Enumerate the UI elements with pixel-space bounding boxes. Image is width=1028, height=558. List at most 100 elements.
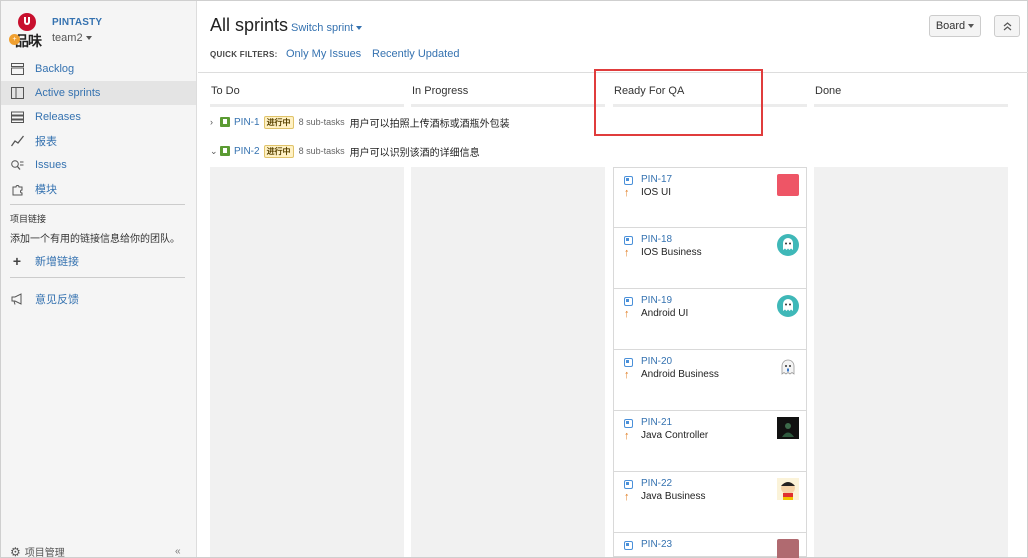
issue-card[interactable]: PIN-18 ↑ IOS Business bbox=[613, 228, 807, 289]
issue-card[interactable]: PIN-17 ↑ IOS UI bbox=[613, 167, 807, 228]
sidebar-item-issues[interactable]: Issues bbox=[1, 153, 196, 177]
avatar[interactable] bbox=[777, 417, 799, 439]
issue-summary: 用户可以拍照上传酒标或酒瓶外包装 bbox=[349, 118, 510, 130]
sidebar-item-label: Active sprints bbox=[35, 87, 101, 99]
issue-summary: Java Controller bbox=[641, 430, 709, 441]
chevron-down-icon bbox=[85, 36, 92, 41]
column-underline bbox=[411, 104, 605, 107]
add-link-button[interactable]: + 新增链接 bbox=[1, 249, 196, 273]
sidebar-item-label: Releases bbox=[35, 111, 81, 123]
project-logo[interactable]: 品味 + bbox=[9, 11, 45, 50]
project-name[interactable]: PINTASTY bbox=[52, 17, 102, 28]
avatar[interactable] bbox=[777, 174, 799, 196]
sidebar-item-label: Issues bbox=[35, 159, 67, 171]
team-selector[interactable]: team2 bbox=[52, 32, 92, 44]
issue-summary: Android UI bbox=[641, 308, 689, 319]
subtask-icon bbox=[624, 541, 633, 550]
story-icon bbox=[220, 117, 230, 127]
releases-icon bbox=[10, 110, 24, 124]
issue-key[interactable]: PIN-22 bbox=[641, 478, 672, 489]
megaphone-icon bbox=[10, 292, 24, 306]
project-settings-button[interactable]: ⚙ 项目管理 bbox=[10, 544, 65, 558]
sidebar-item-active-sprints[interactable]: Active sprints bbox=[1, 81, 196, 105]
priority-up-icon: ↑ bbox=[624, 187, 630, 199]
plus-icon: + bbox=[12, 253, 22, 269]
sidebar-item-components[interactable]: 模块 bbox=[1, 177, 196, 201]
issue-key[interactable]: PIN-23 bbox=[641, 539, 672, 550]
team-label: team2 bbox=[52, 32, 83, 44]
subtask-icon bbox=[624, 297, 633, 306]
switch-sprint-button[interactable]: Switch sprint bbox=[291, 22, 363, 34]
gear-icon: ⚙ bbox=[10, 544, 21, 558]
quick-filter-only-my-issues[interactable]: Only My Issues bbox=[286, 48, 361, 60]
subtask-count: 8 sub-tasks bbox=[298, 117, 345, 127]
status-badge: 进行中 bbox=[263, 115, 294, 129]
highlight-annotation bbox=[594, 69, 763, 136]
sidebar-item-releases[interactable]: Releases bbox=[1, 105, 196, 129]
column-underline bbox=[814, 104, 1008, 107]
issue-card[interactable]: PIN-21 ↑ Java Controller bbox=[613, 411, 807, 472]
switch-sprint-label: Switch sprint bbox=[291, 22, 354, 34]
sidebar-item-backlog[interactable]: Backlog bbox=[1, 57, 196, 81]
avatar[interactable] bbox=[777, 295, 799, 317]
column-lane-done[interactable] bbox=[814, 167, 1008, 557]
backlog-icon bbox=[10, 62, 24, 76]
feedback-button[interactable]: 意见反馈 bbox=[1, 287, 196, 311]
column-header-to-do: To Do bbox=[211, 85, 240, 97]
subtask-icon bbox=[624, 358, 633, 367]
board-main: All sprints Switch sprint QUICK FILTERS:… bbox=[198, 1, 1028, 558]
reports-icon bbox=[10, 134, 24, 148]
sidebar-item-label: Backlog bbox=[35, 63, 75, 75]
issue-key[interactable]: PIN-18 bbox=[641, 234, 672, 245]
sidebar-item-reports[interactable]: 报表 bbox=[1, 129, 196, 153]
priority-up-icon: ↑ bbox=[624, 430, 630, 442]
project-links-heading: 项目链接 bbox=[10, 214, 47, 224]
avatar[interactable] bbox=[777, 234, 799, 256]
issue-key[interactable]: PIN-17 bbox=[641, 174, 672, 185]
subtask-icon bbox=[624, 236, 633, 245]
issue-summary: 用户可以识别该酒的详细信息 bbox=[349, 147, 480, 159]
priority-up-icon: ↑ bbox=[624, 308, 630, 320]
issue-card[interactable]: PIN-23 bbox=[613, 533, 807, 558]
chevron-down-icon[interactable]: ⌄ bbox=[210, 146, 220, 157]
column-header-done: Done bbox=[815, 85, 842, 97]
avatar[interactable] bbox=[777, 539, 799, 558]
avatar[interactable] bbox=[777, 356, 799, 378]
swimlane-pin-1[interactable]: › PIN-1 进行中 8 sub-tasks 用户可以拍照上传酒标或酒瓶外包装 bbox=[210, 114, 510, 130]
issue-key[interactable]: PIN-2 bbox=[234, 146, 260, 157]
chevron-right-icon[interactable]: › bbox=[210, 117, 220, 127]
issue-key[interactable]: PIN-1 bbox=[234, 117, 260, 128]
add-link-label: 新增链接 bbox=[35, 256, 79, 268]
components-icon bbox=[10, 182, 24, 196]
column-lane-to-do[interactable] bbox=[210, 167, 404, 557]
column-header-in-progress: In Progress bbox=[412, 85, 469, 97]
collapse-sidebar-button[interactable]: « bbox=[175, 546, 181, 557]
issue-summary: Java Business bbox=[641, 491, 706, 502]
issues-icon bbox=[10, 158, 24, 172]
issue-summary: Android Business bbox=[641, 369, 719, 380]
issue-key[interactable]: PIN-19 bbox=[641, 295, 672, 306]
quick-filter-recently-updated[interactable]: Recently Updated bbox=[372, 48, 459, 60]
column-lane-in-progress[interactable] bbox=[411, 167, 605, 557]
divider bbox=[10, 277, 185, 278]
subtask-icon bbox=[624, 480, 633, 489]
chevron-down-icon bbox=[968, 24, 975, 28]
app-window: 品味 + PINTASTY team2 Backlog Active sprin… bbox=[0, 0, 1028, 558]
priority-up-icon: ↑ bbox=[624, 247, 630, 259]
collapse-header-button[interactable] bbox=[994, 15, 1020, 37]
sidebar: 品味 + PINTASTY team2 Backlog Active sprin… bbox=[1, 1, 197, 558]
issue-summary: IOS Business bbox=[641, 247, 702, 258]
issue-card[interactable]: PIN-19 ↑ Android UI bbox=[613, 289, 807, 350]
avatar[interactable] bbox=[777, 478, 799, 500]
status-badge: 进行中 bbox=[263, 144, 294, 158]
board-menu-button[interactable]: Board bbox=[929, 15, 981, 37]
issue-key[interactable]: PIN-21 bbox=[641, 417, 672, 428]
issue-key[interactable]: PIN-20 bbox=[641, 356, 672, 367]
chevron-down-icon bbox=[356, 26, 363, 31]
chevrons-up-icon bbox=[1003, 21, 1011, 30]
issue-card[interactable]: PIN-20 ↑ Android Business bbox=[613, 350, 807, 411]
swimlane-pin-2[interactable]: ⌄ PIN-2 进行中 8 sub-tasks 用户可以识别该酒的详细信息 bbox=[210, 143, 480, 159]
page-title: All sprints bbox=[210, 15, 289, 35]
board-icon bbox=[10, 86, 24, 100]
issue-card[interactable]: PIN-22 ↑ Java Business bbox=[613, 472, 807, 533]
